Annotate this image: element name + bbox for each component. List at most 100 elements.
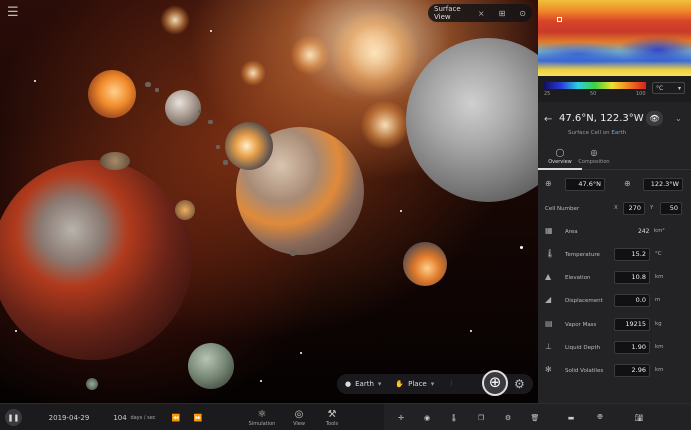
chevron-down-icon: ▾ [377,380,382,388]
moon-small[interactable] [165,90,201,126]
view-icon: ◎ [294,408,304,420]
grid-icon[interactable]: ⊞ [499,9,506,18]
grey-moon-large[interactable] [406,38,538,202]
bottom-toolbar: ❚❚ 2019-04-29 104 days / sec ⏪ ⏩ ⚛ Simul… [0,403,691,430]
rewind-icon[interactable]: ⏪ [170,404,182,430]
globe-icon[interactable]: 🌐︎ [593,404,607,430]
selected-cell-marker [557,17,562,22]
nebula-glow [330,8,420,98]
star [470,330,472,332]
camera-icon[interactable]: 📷︎ [632,404,646,430]
simulation-icon: ⚛ [257,408,267,420]
inspector-panel: 25 50 100 °C ▾ ← 47.6°N, 122.3°W Surface… [538,0,691,403]
gear-icon[interactable]: ⚙ [514,377,525,391]
pause-button[interactable]: ❚❚ [5,409,22,426]
cell-y-field[interactable]: 50 [660,202,682,215]
molten-planet-small[interactable] [88,70,136,118]
grey-moon-small[interactable] [188,343,234,389]
area-label: Area [565,229,578,235]
solid-volatiles-label: Solid Volatiles [565,368,604,374]
tools-tool[interactable]: ⚒ Tools [320,404,344,430]
solid-volatiles-unit: km [655,367,664,373]
star [300,352,302,354]
planet-icon: ● [345,380,352,388]
liquid-depth-label: Liquid Depth [565,345,601,351]
cell-x-label: X [614,205,618,211]
close-icon[interactable]: × [478,9,485,18]
area-row: ▦ Area 242 km² [538,221,691,243]
legend-gradient [544,82,646,89]
legend-tick: 50 [590,91,597,97]
asteroid [290,250,296,256]
fast-forward-icon[interactable]: ⏩ [192,404,204,430]
trash-icon[interactable]: 🗑︎ [528,404,542,430]
body-select[interactable]: ● Earth ▾ [345,380,381,388]
displacement-row: ◢ Displacement 0.0 m [538,290,691,312]
color-legend: 25 50 100 °C ▾ [538,76,691,102]
asteroid [198,110,201,113]
star [400,210,402,212]
temperature-unit: °C [655,251,662,257]
gear-icon[interactable]: ⚙ [501,404,515,430]
simulation-tool[interactable]: ⚛ Simulation [247,404,277,430]
surface-view-label: Surface View [434,5,461,21]
longitude-field[interactable]: 122.3°W [643,178,683,191]
vapor-mass-label: Vapor Mass [565,322,597,328]
copy-icon[interactable]: ❐ [474,404,488,430]
latitude-field[interactable]: 47.6°N [565,178,605,191]
chevron-down-icon: ▾ [430,380,435,388]
elevation-row: ▲ Elevation 10.8 km [538,267,691,289]
add-body-button[interactable]: ⊕ [482,370,508,396]
lava-planet-large[interactable] [0,160,192,360]
crosshair-icon[interactable]: ✛ [394,404,408,430]
planet-link[interactable]: Earth [611,130,626,136]
asteroid [208,120,213,124]
temperature-field[interactable]: 15.2 [614,248,650,261]
surface-heatmap[interactable] [538,0,691,76]
back-arrow-icon[interactable]: ← [544,114,552,125]
tiny-moon[interactable] [86,378,98,390]
surface-view-chip[interactable]: Surface View × ⊞ ⊙ [428,4,532,22]
displacement-field[interactable]: 0.0 [614,294,650,307]
tool-select-label: Place [408,380,427,388]
temperature-row: 🌡︎ Temperature 15.2 °C [538,244,691,266]
sim-date: 2019-04-29 [48,413,90,422]
view-tool[interactable]: ◎ View [287,404,311,430]
vapor-mass-field[interactable]: 19215 [614,318,650,331]
eye-icon[interactable]: 👁︎ [646,111,663,126]
thermometer-icon: 🌡︎ [545,249,556,258]
coordinates-title: 47.6°N, 122.3°W [559,113,644,124]
simulation-viewport[interactable]: ☰ Surface View × ⊞ ⊙ ● Earth ▾ ✋ Place ▾… [0,0,538,403]
chevron-down-icon[interactable]: ⌄ [675,114,682,123]
sliders-icon[interactable]: ⫶ [450,380,452,389]
cell-x-field[interactable]: 270 [623,202,645,215]
lava-moon-right[interactable] [403,242,447,286]
tiny-moon[interactable] [100,152,130,170]
elevation-field[interactable]: 10.8 [614,271,650,284]
star [260,380,262,382]
unit-select[interactable]: °C ▾ [652,82,685,94]
depth-icon: ⊥ [545,342,552,351]
snowflake-icon: ✻ [545,365,552,374]
tab-composition[interactable]: ◎ Composition [572,146,616,170]
camera-move-icon[interactable]: ▬ [564,404,578,430]
chevron-down-icon: ▾ [677,84,681,92]
speed-value[interactable]: 104 [112,404,128,430]
cell-subtitle: Surface Cell on Earth [568,130,626,136]
tiny-moon[interactable] [175,200,195,220]
displacement-unit: m [655,297,661,303]
cell-subtitle-prefix: Surface Cell on [568,130,610,136]
settings-icon[interactable]: ⊙ [519,9,526,18]
lat-lon-row: ⊕ 47.6°N ⊕ 122.3°W [538,174,691,196]
solid-volatiles-row: ✻ Solid Volatiles 2.96 km [538,360,691,382]
target-icon[interactable]: ◉ [420,404,434,430]
thermometer-icon[interactable]: 🌡︎ [447,404,461,430]
vapor-icon: ▤ [545,319,553,328]
tool-select[interactable]: ✋ Place ▾ [395,380,434,388]
asteroid [223,160,228,165]
solid-volatiles-field[interactable]: 2.96 [614,364,650,377]
cell-y-label: Y [650,205,654,211]
molten-moon[interactable] [225,122,273,170]
menu-icon[interactable]: ☰ [7,5,19,20]
liquid-depth-field[interactable]: 1.90 [614,341,650,354]
